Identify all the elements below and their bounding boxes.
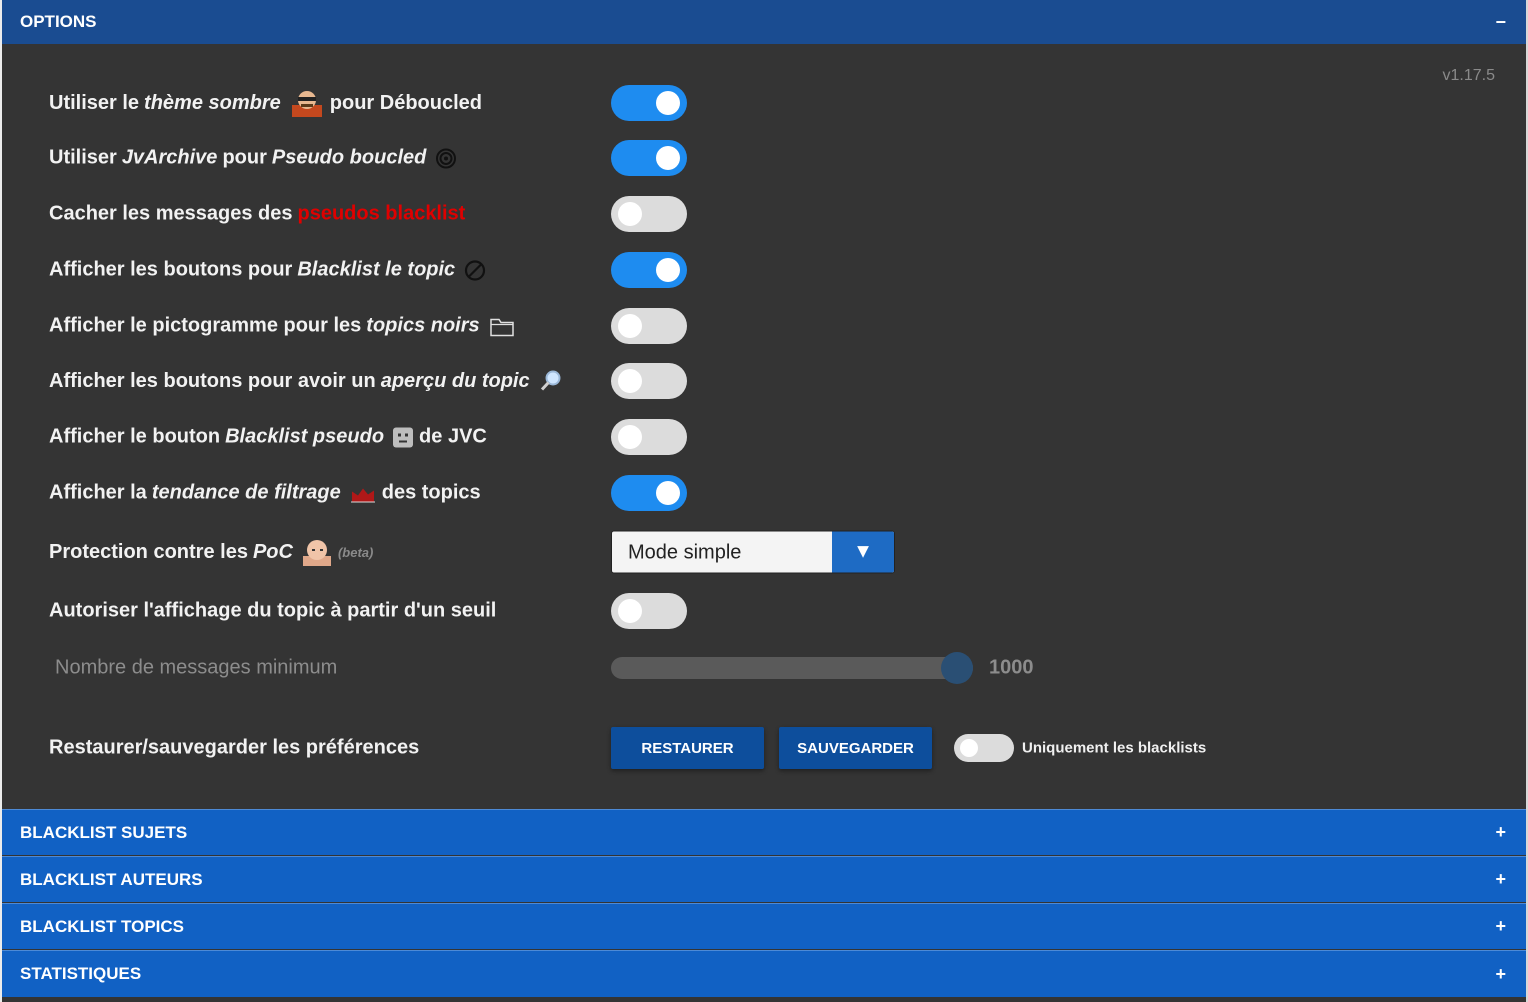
- sad-face-icon: [393, 427, 414, 447]
- option-row-blacklist-pseudo: Afficher le bouton Blacklist pseudo de J…: [49, 417, 1449, 457]
- section-blacklist-sujets[interactable]: BLACKLIST SUJETS +: [2, 809, 1526, 855]
- option-row-backup: Restaurer/sauvegarder les préférences RE…: [49, 727, 1449, 769]
- option-row-dark-theme: Utiliser le thème sombre pour Déboucled: [49, 83, 1449, 123]
- magnifier-icon: [539, 369, 563, 393]
- version-label: v1.17.5: [1442, 67, 1495, 84]
- section-statistiques[interactable]: STATISTIQUES +: [2, 950, 1526, 997]
- dark-topics-toggle[interactable]: [611, 308, 687, 344]
- slider-thumb[interactable]: [941, 652, 973, 684]
- blacklist-topic-toggle[interactable]: [611, 252, 687, 288]
- options-panel: OPTIONS − v1.17.5 Utiliser le thème somb…: [2, 0, 1526, 1002]
- option-row-filter-trend: Afficher la tendance de filtrage des top…: [49, 473, 1449, 513]
- section-blacklist-topics[interactable]: BLACKLIST TOPICS +: [2, 903, 1526, 949]
- topic-preview-toggle[interactable]: [611, 363, 687, 399]
- block-icon: [464, 259, 486, 281]
- only-blacklists-toggle[interactable]: [954, 734, 1014, 762]
- min-messages-slider[interactable]: [611, 652, 973, 684]
- blacklist-pseudo-toggle[interactable]: [611, 419, 687, 455]
- option-row-topic-preview: Afficher les boutons pour avoir un aperç…: [49, 361, 1449, 401]
- option-row-min-messages: Nombre de messages minimum 1000: [49, 648, 1449, 688]
- hide-blacklist-toggle[interactable]: [611, 196, 687, 232]
- option-row-dark-topics: Afficher le pictogramme pour les topics …: [49, 306, 1449, 346]
- filter-trend-toggle[interactable]: [611, 475, 687, 511]
- spiral-icon: [435, 147, 457, 169]
- dark-theme-toggle[interactable]: [611, 85, 687, 121]
- section-blacklist-auteurs[interactable]: BLACKLIST AUTEURS +: [2, 856, 1526, 902]
- min-messages-value: 1000: [989, 656, 1034, 679]
- option-row-blacklist-topic: Afficher les boutons pour Blacklist le t…: [49, 250, 1449, 290]
- expand-icon[interactable]: +: [1495, 822, 1506, 843]
- jvarchive-toggle[interactable]: [611, 140, 687, 176]
- threshold-toggle[interactable]: [611, 593, 687, 629]
- folder-icon: [489, 315, 515, 337]
- options-header[interactable]: OPTIONS −: [2, 0, 1526, 44]
- option-row-hide-blacklist: Cacher les messages des pseudos blacklis…: [49, 194, 1449, 234]
- options-title: OPTIONS: [20, 12, 97, 31]
- expand-icon[interactable]: +: [1495, 916, 1506, 937]
- option-row-threshold: Autoriser l'affichage du topic à partir …: [49, 591, 1449, 631]
- bald-avatar-icon: [300, 538, 334, 566]
- restore-button[interactable]: RESTAURER: [611, 727, 764, 769]
- expand-icon[interactable]: +: [1495, 964, 1506, 985]
- expand-icon[interactable]: +: [1495, 869, 1506, 890]
- poc-mode-select[interactable]: Mode simple ▼: [611, 530, 895, 574]
- collapse-icon[interactable]: −: [1495, 12, 1506, 33]
- dropdown-arrow-icon[interactable]: ▼: [832, 531, 894, 573]
- chart-icon: [350, 483, 376, 503]
- option-row-poc: Protection contre les PoC (beta) Mode si…: [49, 530, 1449, 574]
- save-button[interactable]: SAUVEGARDER: [779, 727, 932, 769]
- option-row-jvarchive: Utiliser JvArchive pour Pseudo boucled: [49, 138, 1449, 178]
- avatar-icon: [290, 89, 324, 117]
